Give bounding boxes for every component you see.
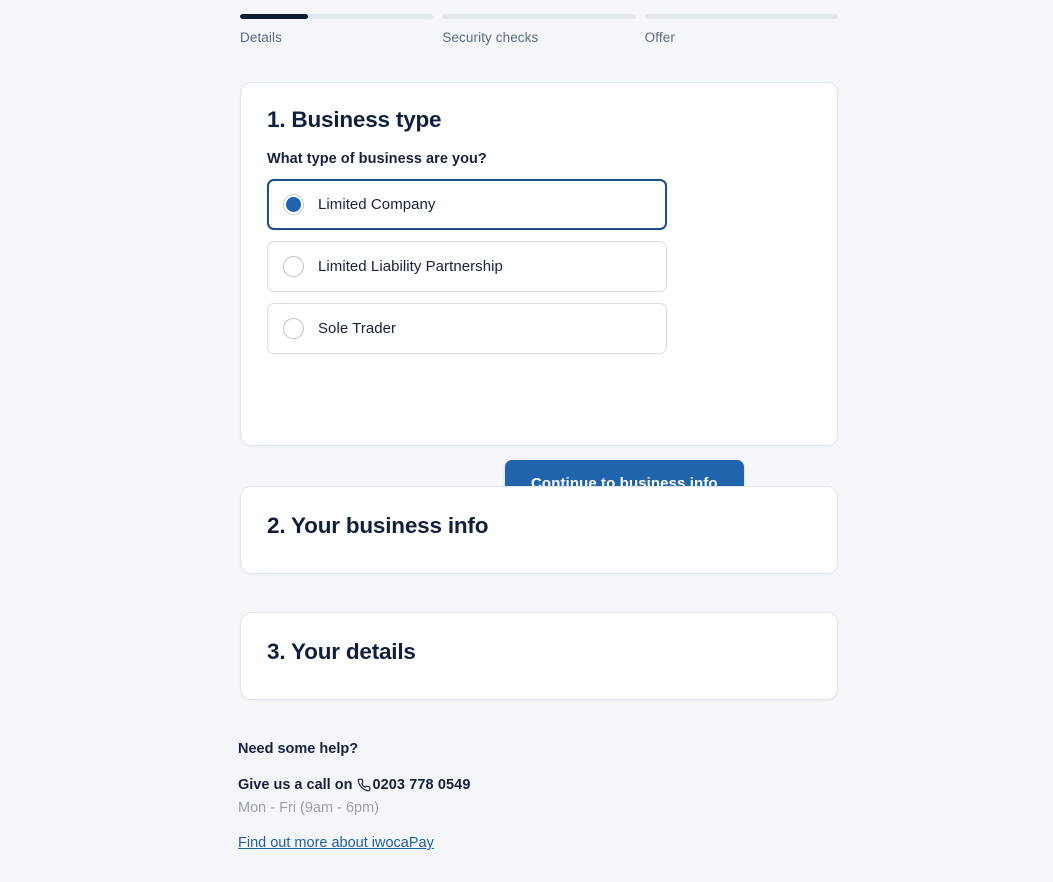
option-limited-company-label: Limited Company	[318, 196, 436, 213]
help-opening-hours: Mon - Fri (9am - 6pm)	[238, 800, 379, 816]
radio-limited-company[interactable]	[283, 194, 304, 215]
progress-stepper: Details Security checks Offer	[240, 14, 838, 46]
step-details-label: Details	[240, 30, 282, 45]
section-business-info[interactable]: 2. Your business info	[240, 486, 838, 574]
option-limited-liability-partnership-label: Limited Liability Partnership	[318, 258, 503, 275]
find-out-more-link[interactable]: Find out more about iwocaPay	[238, 835, 434, 851]
radio-limited-liability-partnership[interactable]	[283, 256, 304, 277]
step-details: Details	[240, 14, 434, 46]
section-business-info-title: 2. Your business info	[267, 513, 489, 538]
step-security-checks: Security checks	[442, 14, 636, 46]
option-sole-trader-label: Sole Trader	[318, 320, 397, 337]
application-page: Details Security checks Offer 1. Busines…	[0, 0, 1053, 882]
section-business-type: 1. Business type What type of business a…	[240, 82, 838, 506]
step-details-bar	[240, 14, 434, 19]
section-business-type-title: 1. Business type	[267, 107, 442, 132]
business-type-options: Limited Company Limited Liability Partne…	[267, 179, 667, 365]
option-limited-company[interactable]: Limited Company	[267, 179, 667, 230]
step-details-bar-fill	[240, 14, 308, 19]
section-your-details-title: 3. Your details	[267, 639, 416, 664]
business-type-question: What type of business are you?	[267, 151, 487, 167]
option-limited-liability-partnership[interactable]: Limited Liability Partnership	[267, 241, 667, 292]
help-phone-number[interactable]: 0203 778 0549	[372, 776, 470, 794]
help-call-row: Give us a call on 0203 778 0549	[238, 776, 738, 794]
help-block: Need some help? Give us a call on 0203 7…	[238, 740, 738, 852]
help-title: Need some help?	[238, 741, 359, 757]
phone-icon	[357, 778, 371, 792]
step-security-checks-bar	[442, 14, 636, 19]
step-offer-bar	[644, 14, 838, 19]
radio-sole-trader[interactable]	[283, 318, 304, 339]
step-offer-label: Offer	[644, 30, 675, 45]
section-your-details[interactable]: 3. Your details	[240, 612, 838, 700]
step-security-checks-label: Security checks	[442, 30, 539, 45]
step-offer: Offer	[644, 14, 838, 46]
help-call-prefix: Give us a call on	[238, 777, 353, 793]
option-sole-trader[interactable]: Sole Trader	[267, 303, 667, 354]
radio-selected-dot-icon	[286, 197, 301, 212]
